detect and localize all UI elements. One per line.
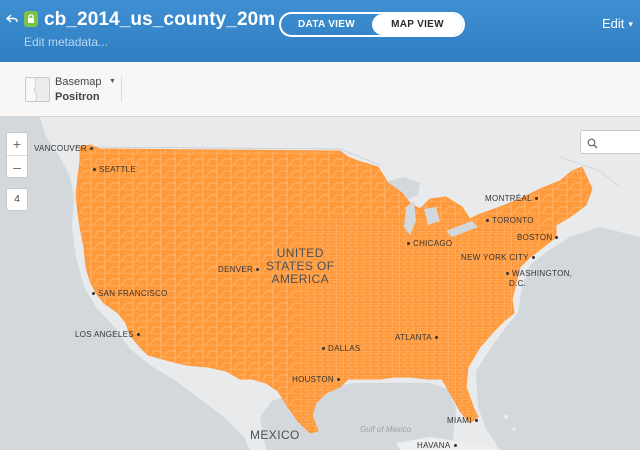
edit-menu-button[interactable]: Edit ▾ [602, 16, 633, 31]
basemap-value[interactable]: Positron [55, 91, 100, 103]
edit-metadata-link[interactable]: Edit metadata... [24, 35, 108, 49]
zoom-out-button[interactable]: – [7, 155, 27, 177]
water-label-gulf: Gulf of Mexico [360, 425, 412, 434]
city-label-boston: BOSTON [517, 233, 561, 242]
city-label-san-francisco: SAN FRANCISCO [89, 289, 168, 298]
map-search-box[interactable] [580, 130, 640, 154]
city-label-dallas: DALLAS [319, 344, 360, 353]
map-canvas[interactable]: + – 4 VANCOUVER SEATTLE MONTRÉAL TORONTO… [0, 117, 640, 450]
city-name: LOS ANGELES [75, 330, 134, 339]
city-name: SAN FRANCISCO [98, 289, 168, 298]
city-name: TORONTO [492, 216, 534, 225]
app-header: cb_2014_us_county_20m Edit metadata... D… [0, 0, 640, 62]
city-label-miami: MIAMI [447, 416, 481, 425]
city-label-denver: DENVER [218, 265, 262, 274]
city-label-seattle: SEATTLE [90, 165, 136, 174]
search-icon [587, 136, 598, 154]
city-name: D.C. [509, 279, 527, 288]
map-search-input[interactable] [603, 134, 640, 150]
dataset-title[interactable]: cb_2014_us_county_20m [44, 9, 275, 31]
city-name: HAVANA [417, 441, 451, 450]
city-name: DENVER [218, 265, 254, 274]
city-label-toronto: TORONTO [483, 216, 534, 225]
basemap-label[interactable]: Basemap [55, 76, 101, 88]
map-toolbar: Basemap Positron ▼ [0, 62, 640, 117]
city-label-vancouver: VANCOUVER [34, 144, 96, 153]
city-label-montreal: MONTRÉAL [485, 194, 541, 203]
zoom-in-button[interactable]: + [7, 133, 27, 155]
city-name: VANCOUVER [34, 144, 87, 153]
city-label-houston: HOUSTON [292, 375, 343, 384]
city-name: HOUSTON [292, 375, 334, 384]
city-name: SEATTLE [99, 165, 137, 174]
country-label-line: AMERICA [271, 272, 329, 286]
back-arrow-icon[interactable] [5, 12, 18, 24]
toolbar-divider [121, 76, 122, 102]
city-name: DALLAS [328, 344, 361, 353]
city-name: NEW YORK CITY [461, 253, 529, 262]
city-label-new-york: NEW YORK CITY [461, 253, 538, 262]
country-label-mexico: MEXICO [250, 428, 300, 442]
view-toggle: DATA VIEW MAP VIEW [279, 12, 465, 37]
city-label-washington: WASHINGTON, [503, 269, 572, 278]
city-name: MIAMI [447, 416, 472, 425]
city-label-atlanta: ATLANTA [395, 333, 441, 342]
city-name: ATLANTA [395, 333, 432, 342]
city-label-havana: HAVANA [417, 441, 460, 450]
city-label-washington-dc: D.C. [509, 279, 526, 288]
city-label-los-angeles: LOS ANGELES [75, 330, 143, 339]
basemap-thumbnail[interactable] [25, 77, 50, 102]
city-label-chicago: CHICAGO [404, 239, 452, 248]
data-view-tab[interactable]: DATA VIEW [281, 14, 372, 35]
zoom-controls: + – [6, 132, 28, 178]
lock-icon [24, 11, 38, 27]
map-view-tab[interactable]: MAP VIEW [372, 14, 463, 35]
city-name: BOSTON [517, 233, 553, 242]
basemap-chevron-icon[interactable]: ▼ [109, 78, 116, 85]
city-name: CHICAGO [413, 239, 453, 248]
city-name: MONTRÉAL [485, 194, 532, 203]
chevron-down-icon: ▾ [628, 19, 633, 29]
country-label-usa: UNITED STATES OF AMERICA [266, 247, 335, 286]
zoom-level-indicator: 4 [6, 188, 28, 211]
city-name: WASHINGTON, [512, 269, 573, 278]
edit-menu-label: Edit [602, 16, 625, 31]
